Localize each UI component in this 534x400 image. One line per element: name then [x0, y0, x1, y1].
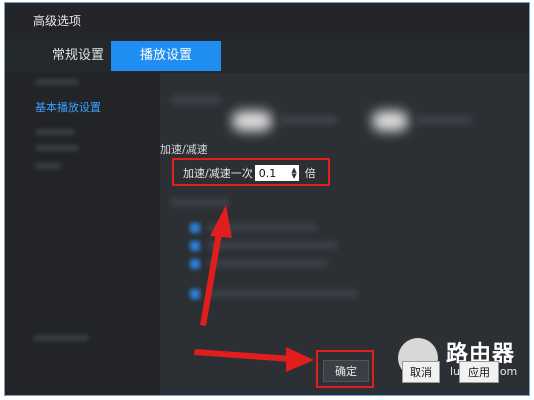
cancel-button[interactable]: 取消: [402, 361, 440, 383]
arrow-right-head: [286, 347, 314, 372]
ok-button[interactable]: 确定: [323, 360, 369, 382]
arrow-up-shaft: [200, 232, 222, 326]
apply-button[interactable]: 应用: [459, 361, 499, 383]
arrow-right-shaft: [194, 349, 292, 362]
arrow-up-head: [210, 205, 232, 238]
